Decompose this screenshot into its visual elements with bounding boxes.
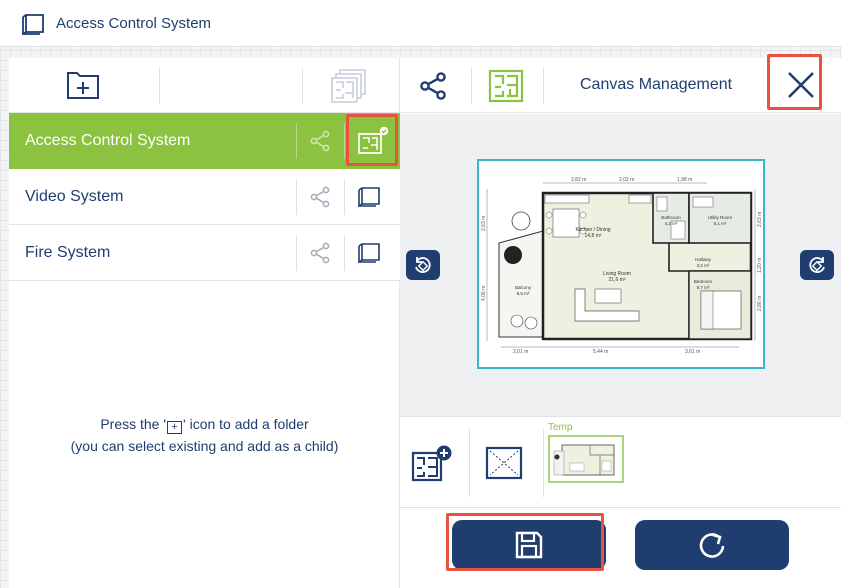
room-name: Utility Room [708,215,733,220]
folder-plus-icon [67,72,99,99]
folder-panel: Access Control System Video System Fire … [9,58,400,588]
dim-left-1: 2,63 m [481,216,487,231]
room-name: Bathroom [661,215,681,220]
floorplan-drawing: 2,82 m 2,02 m 1,98 m 2,01 m 5,44 m 3,61 … [481,177,763,355]
canvas-preview-area: 2,82 m 2,02 m 1,98 m 2,01 m 5,44 m 3,61 … [400,114,841,416]
share-button[interactable] [306,183,334,211]
highlight-save-button [446,513,604,571]
canvas-list: Temp [400,416,841,508]
dim-top-3: 1,98 m [677,177,692,183]
empty-canvas-icon [485,446,523,480]
share-icon [310,242,330,264]
rotate-right-button[interactable] [800,250,834,280]
highlight-canvas-button [346,114,398,166]
refresh-icon [699,533,725,558]
dim-top-1: 2,82 m [571,177,586,183]
dim-right-1: 2,63 m [757,212,763,227]
row-divider [296,123,297,159]
folder-plus-icon: + [167,421,183,434]
share-button[interactable] [306,127,334,155]
room-name: Balcony [515,285,532,290]
canvas-button[interactable] [355,239,383,267]
room-area: 21,6 m² [609,277,626,283]
toolbar-divider [159,68,160,104]
room-area: 3,6 m² [697,263,710,268]
canvas-panel: Canvas Management 2,82 m 2,02 m 1,98 m 2… [400,58,841,588]
dim-bottom-3: 3,61 m [685,349,700,355]
share-button[interactable] [306,239,334,267]
room-area: 9,5 m² [517,291,530,296]
app-header: Access Control System [0,0,841,47]
room-area: 5,1 m² [714,221,727,226]
row-divider [543,429,544,497]
share-icon [420,72,446,100]
stacked-floorplans-icon [331,69,366,103]
add-folder-button[interactable] [61,68,105,104]
canvases-button[interactable] [329,67,369,105]
dim-left-2: 4,06 m [481,286,487,301]
canvas-thumbnail[interactable] [548,435,624,483]
folder-label: Fire System [25,244,111,261]
room-area: 9,7 m² [697,285,710,290]
canvas-frame-icon [358,243,380,264]
room-area: 4,2 m² [665,221,678,226]
room-area: 14,8 m² [585,233,602,239]
room-name: Hallway [695,257,712,262]
rotate-left-icon [415,257,431,273]
row-divider [344,179,345,215]
dim-right-2: 1,20 m [757,258,763,273]
hint-line-2: (you can select existing and add as a ch… [70,438,339,454]
canvas-frame-icon [22,14,44,35]
toolbar-divider [302,68,303,104]
floorplan-button[interactable] [486,68,526,104]
floorplan-icon [488,69,524,103]
share-icon [310,130,330,152]
add-canvas-button[interactable] [410,443,454,483]
row-divider [296,179,297,215]
folder-item-access-control[interactable]: Access Control System [9,113,400,169]
rotate-right-icon [809,257,825,273]
reset-button[interactable] [635,520,789,570]
toolbar-divider [471,68,472,104]
row-divider [344,123,345,159]
hint-line-1: Press the ' + ' icon to add a folder [100,416,309,434]
rotate-left-button[interactable] [406,250,440,280]
row-divider [344,235,345,271]
empty-canvas-button[interactable] [482,443,526,483]
add-floorplan-icon [411,445,452,482]
panel-title: Canvas Management [580,76,733,93]
canvas-frame-icon [358,187,380,208]
empty-hint: Press the ' + ' icon to add a folder (you … [9,413,400,457]
canvas-thumb-label: Temp [548,422,573,433]
folder-item-fire[interactable]: Fire System [9,225,400,281]
row-divider [469,429,470,497]
folder-label: Access Control System [25,132,191,149]
dim-top-2: 2,02 m [619,177,634,183]
dim-bottom-2: 5,44 m [593,349,608,355]
folder-label: Video System [25,188,124,205]
floorplan-thumbnail [553,444,615,476]
room-name: Bedroom [694,279,713,284]
canvas-button[interactable] [355,183,383,211]
share-canvas-button[interactable] [416,70,450,102]
app-title: Access Control System [56,15,212,32]
dim-bottom-1: 2,01 m [513,349,528,355]
dim-right-3: 2,86 m [757,296,763,311]
row-divider [296,235,297,271]
floorplan-preview[interactable]: 2,82 m 2,02 m 1,98 m 2,01 m 5,44 m 3,61 … [477,159,765,369]
share-icon [310,186,330,208]
toolbar-divider [543,68,544,104]
highlight-close-button [767,54,822,110]
folder-toolbar [9,58,400,113]
folder-item-video[interactable]: Video System [9,169,400,225]
